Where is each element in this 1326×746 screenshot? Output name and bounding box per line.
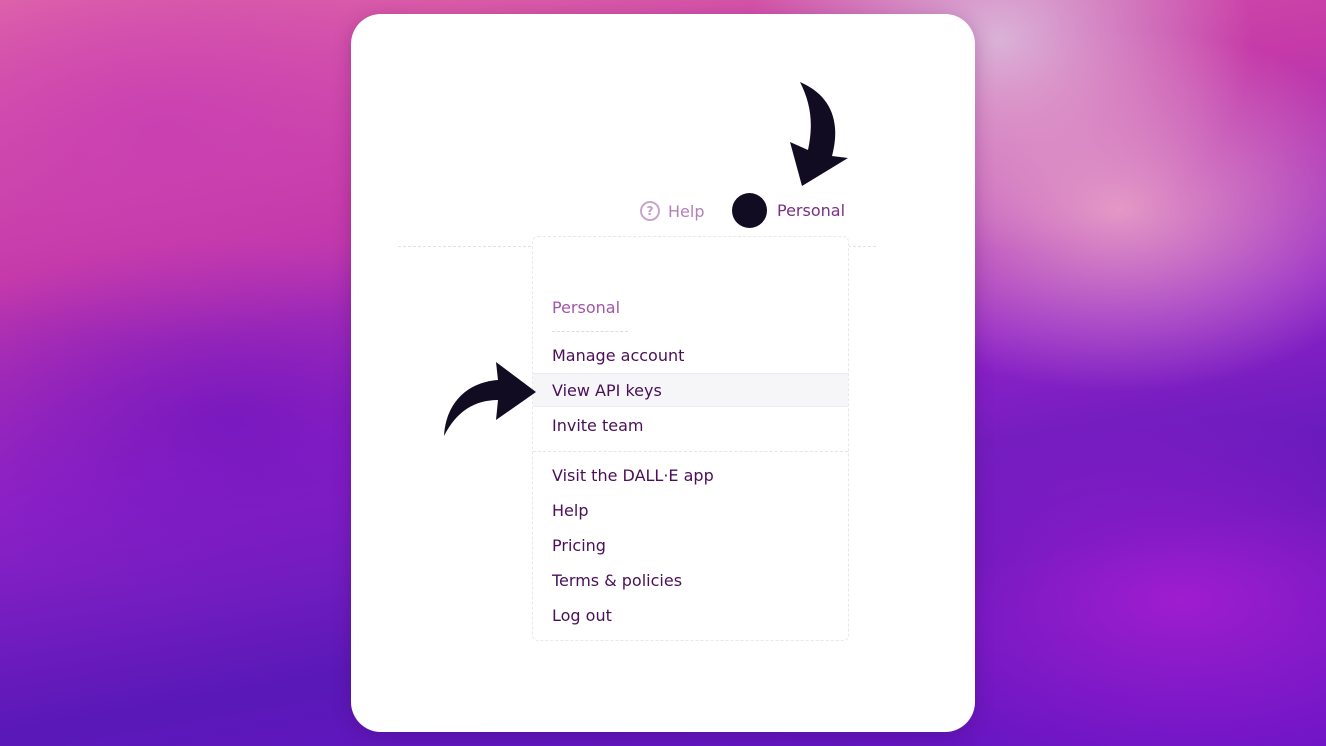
menu-section-divider: [533, 451, 848, 452]
menu-item-terms-policies[interactable]: Terms & policies: [533, 563, 848, 597]
account-menu-button[interactable]: Personal: [732, 192, 846, 228]
avatar: [732, 192, 767, 228]
menu-header-divider: [552, 331, 628, 332]
menu-item-invite-team[interactable]: Invite team: [533, 408, 848, 442]
help-link-label: Help: [668, 201, 705, 221]
curved-arrow-right-icon: [444, 362, 536, 436]
menu-item-view-api-keys[interactable]: View API keys: [533, 373, 848, 407]
menu-item-help[interactable]: Help: [533, 493, 848, 527]
account-menu-label: Personal: [777, 200, 846, 220]
menu-item-visit-dalle-app[interactable]: Visit the DALL·E app: [533, 458, 848, 492]
menu-section-title: Personal: [552, 298, 621, 317]
question-circle-icon: ?: [640, 201, 660, 221]
menu-item-log-out[interactable]: Log out: [533, 598, 848, 632]
help-link[interactable]: ? Help: [640, 199, 704, 223]
account-dropdown-menu: Personal Manage account View API keys In…: [532, 236, 849, 641]
curved-arrow-down-icon: [790, 82, 848, 186]
menu-item-pricing[interactable]: Pricing: [533, 528, 848, 562]
menu-item-manage-account[interactable]: Manage account: [533, 338, 848, 372]
